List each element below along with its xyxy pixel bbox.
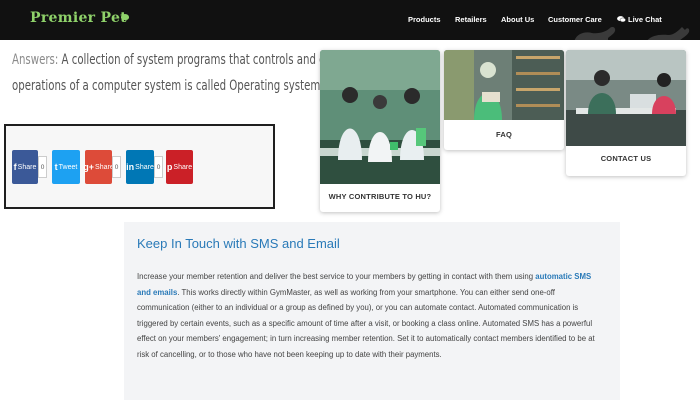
- library-student-photo: [444, 50, 564, 120]
- pinterest-icon: p: [166, 162, 173, 172]
- section-body: Increase your member retention and deliv…: [137, 269, 607, 363]
- body-text-before: Increase your member retention and deliv…: [137, 272, 536, 281]
- facebook-share-label: Share: [17, 163, 37, 171]
- card-faq[interactable]: FAQ: [444, 50, 564, 150]
- paw-icon: [121, 14, 129, 20]
- card-why-contribute[interactable]: WHY CONTRIBUTE TO HU?: [320, 50, 440, 212]
- nav-customer-care[interactable]: Customer Care: [548, 15, 602, 24]
- google-plus-share-button[interactable]: g+ Share: [83, 150, 114, 184]
- speech-bubble-icon: [617, 16, 626, 23]
- content-panel: Keep In Touch with SMS and Email Increas…: [124, 222, 620, 400]
- pets-silhouette: [574, 27, 690, 40]
- answer-line-2: operations of a computer system is calle…: [12, 79, 324, 94]
- nav-live-chat[interactable]: Live Chat: [628, 15, 662, 24]
- brand-logo[interactable]: Premier Pet: [30, 10, 127, 26]
- section-title: Keep In Touch with SMS and Email: [137, 236, 340, 251]
- pinterest-share-label: Share: [173, 163, 193, 171]
- twitter-icon: t: [54, 162, 58, 172]
- facebook-icon: f: [13, 162, 17, 172]
- twitter-tweet-label: Tweet: [58, 163, 78, 171]
- facebook-share-count: 0: [38, 156, 47, 178]
- card-contact-us[interactable]: CONTACT US: [566, 50, 686, 176]
- body-text-after: . This works directly within GymMaster, …: [137, 287, 595, 359]
- card-label: CONTACT US: [600, 154, 652, 163]
- google-share-count: 0: [112, 156, 121, 178]
- nav-products[interactable]: Products: [408, 15, 441, 24]
- pinterest-share-button[interactable]: p Share: [166, 150, 193, 184]
- twitter-tweet-button[interactable]: t Tweet: [52, 150, 80, 184]
- site-header: Premier Pet Products Retailers About Us …: [0, 0, 700, 40]
- linkedin-share-count: 0: [154, 156, 163, 178]
- linkedin-share-button[interactable]: in Share: [126, 150, 154, 184]
- nav-retailers[interactable]: Retailers: [455, 15, 487, 24]
- study-area-photo: [566, 50, 686, 146]
- nav-about-us[interactable]: About Us: [501, 15, 534, 24]
- linkedin-icon: in: [126, 162, 135, 172]
- facebook-share-button[interactable]: f Share: [12, 150, 38, 184]
- lab-students-photo: [320, 50, 440, 184]
- card-label: FAQ: [495, 130, 513, 139]
- google-plus-icon: g+: [83, 162, 95, 172]
- card-label: WHY CONTRIBUTE TO HU?: [328, 192, 432, 201]
- linkedin-share-label: Share: [135, 163, 154, 171]
- google-share-label: Share: [95, 163, 114, 171]
- answer-prefix: Answers:: [12, 53, 59, 68]
